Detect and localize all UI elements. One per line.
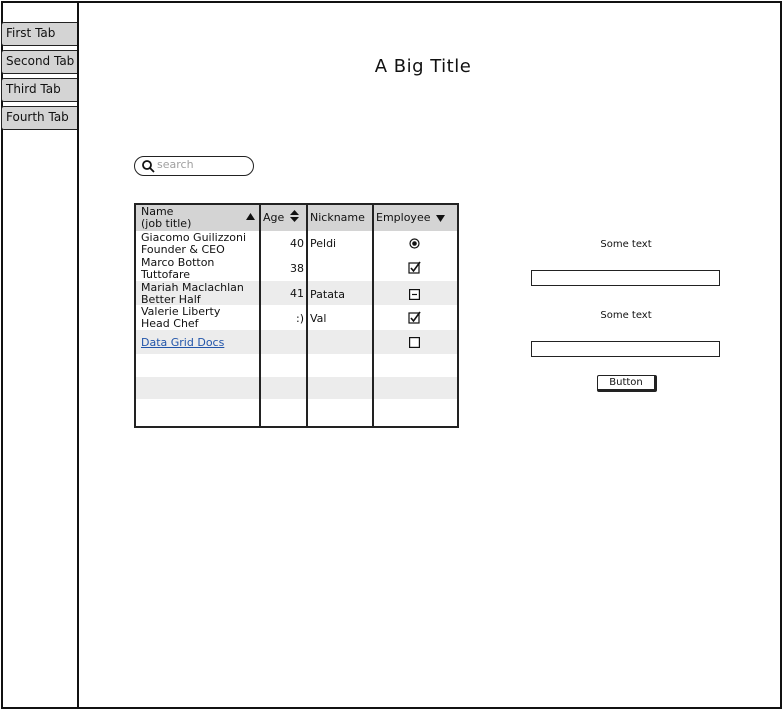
nickname-cell: Patata [310,288,345,301]
list-item: Giacomo Guilizzoni Founder & CEO [141,231,247,256]
age-cell: 40 [290,237,304,250]
label-text-1: Some text [600,239,652,250]
data-grid: Name (job title) Age Nickname Employee G… [134,203,459,428]
nickname-cell: Val [310,312,327,325]
checkbox-indeterminate-icon[interactable] [409,289,420,300]
column-divider [306,205,308,426]
action-button[interactable]: Button [597,375,657,392]
checkbox-checked-icon[interactable] [408,261,421,274]
search-placeholder: search [157,158,194,171]
tab-second[interactable]: Second Tab [1,50,77,74]
page-title: A Big Title [374,56,472,77]
column-header-name[interactable]: Name (job title) [141,206,191,230]
row-stripe [136,377,457,399]
tab-third[interactable]: Third Tab [1,78,77,102]
nickname-cell: Peldi [310,237,337,250]
sort-both-icon[interactable] [290,210,299,222]
text-input-2[interactable] [531,341,720,357]
list-item: Marco Botton Tuttofare [141,256,215,281]
age-cell: 38 [290,262,304,275]
age-cell: :) [296,312,304,325]
list-item: Mariah Maclachlan Better Half [141,281,244,306]
label-text-2: Some text [600,310,652,321]
checkbox-checked-icon[interactable] [408,311,421,324]
text-input-1[interactable] [531,270,720,286]
checkbox-unchecked-icon[interactable] [409,337,420,348]
search-icon [142,160,155,173]
tab-first[interactable]: First Tab [1,22,77,46]
tab-fourth[interactable]: Fourth Tab [1,106,77,130]
column-divider [372,205,374,426]
search-input[interactable]: search [134,156,254,176]
column-header-age[interactable]: Age [263,212,284,224]
radio-selected-icon[interactable] [409,238,420,249]
list-item: Valerie Liberty Head Chef [141,305,221,330]
column-header-nickname[interactable]: Nickname [310,212,365,224]
data-grid-docs-link[interactable]: Data Grid Docs [141,337,258,349]
column-header-employee[interactable]: Employee [376,212,430,224]
age-cell: 41 [290,287,304,300]
sort-asc-icon[interactable] [246,213,255,220]
sort-desc-icon[interactable] [436,215,445,222]
